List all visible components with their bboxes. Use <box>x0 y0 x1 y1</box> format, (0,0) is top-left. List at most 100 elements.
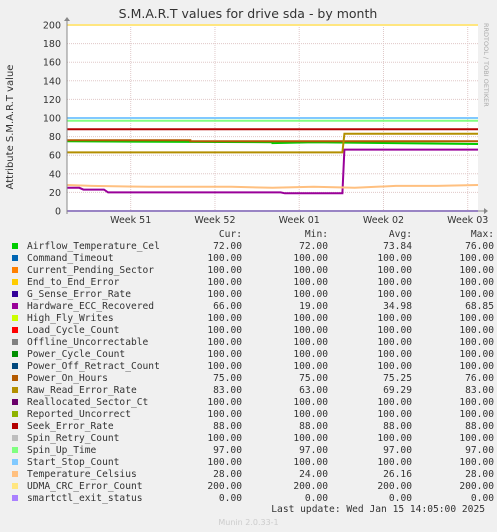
legend-max: 0.00 <box>470 493 494 504</box>
legend-max: 100.00 <box>459 289 494 300</box>
y-tick-label: 160 <box>43 58 61 69</box>
legend-min: 100.00 <box>293 349 328 360</box>
legend-avg: 100.00 <box>377 409 412 420</box>
chart-canvas: S.M.A.R.T values for drive sda - by mont… <box>5 6 490 226</box>
legend-max: 100.00 <box>459 325 494 336</box>
legend-cur: 100.00 <box>207 433 242 444</box>
legend-avg: 97.00 <box>383 445 412 456</box>
legend-min: 100.00 <box>293 337 328 348</box>
legend-row: G_Sense_Error_Rate 100.00 100.00 100.00 100.… <box>12 289 494 301</box>
legend-max: 100.00 <box>459 397 494 408</box>
legend-avg: 26.16 <box>383 469 412 480</box>
legend-cur: 200.00 <box>207 481 242 492</box>
legend-avg: 69.29 <box>383 385 412 396</box>
y-tick-label: 200 <box>43 21 61 32</box>
legend-series-name: Power_Cycle_Count <box>27 349 126 360</box>
legend-swatch <box>12 447 18 453</box>
legend-min: 100.00 <box>293 289 328 300</box>
legend-swatch <box>12 471 18 477</box>
legend-min: 100.00 <box>293 265 328 276</box>
legend-min: 100.00 <box>293 433 328 444</box>
legend-avg: 100.00 <box>377 325 412 336</box>
legend-series-name: Reported_Uncorrect <box>27 409 131 420</box>
legend-min: 24.00 <box>299 469 328 480</box>
legend-row: Power_Off_Retract_Count 100.00 100.00 100.0… <box>12 361 494 373</box>
legend-row: Current_Pending_Sector 100.00 100.00 100.00… <box>12 265 494 277</box>
y-axis-label: Attribute S.M.A.R.T value <box>5 65 16 190</box>
legend-row: Spin_Up_Time 97.00 97.00 97.00 97.00 <box>12 445 494 457</box>
y-tick-label: 140 <box>43 76 61 87</box>
legend-min: 100.00 <box>293 361 328 372</box>
legend-series-name: G_Sense_Error_Rate <box>27 289 131 300</box>
legend-row: End_to_End_Error 100.00 100.00 100.00 100.00 <box>12 277 494 289</box>
legend-cur: 75.00 <box>213 373 242 384</box>
legend-header-cur: Cur: <box>218 229 242 240</box>
legend-avg: 100.00 <box>377 397 412 408</box>
legend-series-name: Hardware_ECC_Recovered <box>27 301 155 312</box>
legend-cur: 0.00 <box>218 493 242 504</box>
legend-swatch <box>12 291 18 297</box>
legend-row: Hardware_ECC_Recovered 66.00 19.00 34.98 68.… <box>12 301 494 313</box>
legend-avg: 73.84 <box>383 241 412 252</box>
y-tick-label: 0 <box>55 207 61 218</box>
legend-header-max: Max: <box>470 229 494 240</box>
legend-cur: 100.00 <box>207 325 242 336</box>
y-tick-label: 80 <box>49 132 61 143</box>
legend-row: Power_Cycle_Count 100.00 100.00 100.00 100.0… <box>12 349 494 361</box>
legend-series-name: Start_Stop_Count <box>27 457 120 468</box>
legend-min: 100.00 <box>293 277 328 288</box>
legend-row: Reallocated_Sector_Ct 100.00 100.00 100.00 1… <box>12 397 494 409</box>
legend-series-name: smartctl_exit_status <box>27 493 143 504</box>
legend-row: High_Fly_Writes 100.00 100.00 100.00 100.00 <box>12 313 494 325</box>
legend-max: 100.00 <box>459 253 494 264</box>
legend-cur: 100.00 <box>207 337 242 348</box>
legend-min: 72.00 <box>299 241 328 252</box>
legend-swatch <box>12 363 18 369</box>
legend-avg: 88.00 <box>383 421 412 432</box>
legend-series-name: Seek_Error_Rate <box>27 421 114 432</box>
legend-max: 28.00 <box>465 469 494 480</box>
legend-min: 19.00 <box>299 301 328 312</box>
legend-max: 68.85 <box>465 301 494 312</box>
legend-cur: 97.00 <box>213 445 242 456</box>
legend-row: Power_On_Hours 75.00 75.00 75.25 76.00 <box>12 373 494 385</box>
legend-cur: 100.00 <box>207 397 242 408</box>
legend-max: 100.00 <box>459 433 494 444</box>
footer-version: Munin 2.0.33-1 <box>218 518 279 527</box>
legend-swatch <box>12 495 18 501</box>
legend-cur: 100.00 <box>207 277 242 288</box>
legend-max: 97.00 <box>465 445 494 456</box>
legend-series-name: Current_Pending_Sector <box>27 265 155 276</box>
legend-cur: 100.00 <box>207 457 242 468</box>
legend-swatch <box>12 375 18 381</box>
legend-header-avg: Avg: <box>388 229 412 240</box>
legend-max: 200.00 <box>459 481 494 492</box>
legend-row: Command_Timeout 100.00 100.00 100.00 100.00 <box>12 253 494 265</box>
legend-avg: 100.00 <box>377 277 412 288</box>
legend-cur: 66.00 <box>213 301 242 312</box>
legend-max: 100.00 <box>459 457 494 468</box>
legend-max: 100.00 <box>459 361 494 372</box>
legend-series-name: Power_Off_Retract_Count <box>27 361 160 372</box>
legend-avg: 100.00 <box>377 313 412 324</box>
legend-swatch <box>12 435 18 441</box>
legend-avg: 100.00 <box>377 253 412 264</box>
legend-avg: 100.00 <box>377 433 412 444</box>
legend-cur: 100.00 <box>207 253 242 264</box>
y-axis-arrow <box>64 17 70 21</box>
legend-max: 76.00 <box>465 241 494 252</box>
legend-row: Load_Cycle_Count 100.00 100.00 100.00 100.00 <box>12 325 494 337</box>
legend-avg: 0.00 <box>388 493 412 504</box>
legend-series-name: End_to_End_Error <box>27 277 120 288</box>
y-tick-label: 100 <box>43 114 61 125</box>
legend-swatch <box>12 279 18 285</box>
chart-title: S.M.A.R.T values for drive sda - by mont… <box>119 6 378 21</box>
legend-row: UDMA_CRC_Error_Count 200.00 200.00 200.00 20… <box>12 481 494 493</box>
legend-min: 100.00 <box>293 253 328 264</box>
legend-header-min: Min: <box>304 229 328 240</box>
legend-avg: 34.98 <box>383 301 412 312</box>
series-line-power-on-hours <box>67 139 478 143</box>
legend-cur: 100.00 <box>207 349 242 360</box>
legend-max: 76.00 <box>465 373 494 384</box>
legend-series-name: High_Fly_Writes <box>27 313 114 324</box>
